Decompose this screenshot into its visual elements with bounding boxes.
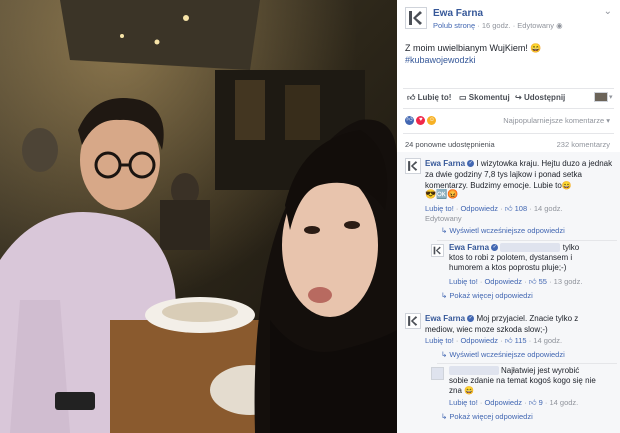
reply-author[interactable]: Ewa Farna: [449, 243, 489, 252]
reply-like-count[interactable]: 55: [539, 277, 547, 286]
comments-count[interactable]: 232 komentarzy: [557, 140, 610, 149]
share-icon: ↪: [515, 93, 524, 102]
comment-time[interactable]: 14 godz.: [534, 204, 563, 213]
comments-section: Ewa Farna ✓ I wizytowka kraju. Hejtu duz…: [397, 152, 620, 433]
divider: [437, 240, 617, 241]
reply-like-count[interactable]: 9: [539, 398, 543, 407]
page-logo-icon: [408, 316, 418, 326]
reply-body: Ewa Farna ✓ tylko ktos to robi z polotem…: [449, 243, 595, 273]
love-reaction-icon: ♥: [416, 116, 426, 125]
comment-body: Ewa Farna ✓ I wizytowka kraju. Hejtu duz…: [425, 158, 615, 191]
page-name[interactable]: Ewa Farna: [433, 8, 483, 19]
like-reaction-icon: 👍︎: [405, 116, 414, 125]
reply-reply-link[interactable]: Odpowiedz: [484, 398, 522, 407]
comment-icon: ▭: [459, 93, 469, 102]
divider: [437, 363, 617, 364]
comment-like-count[interactable]: 115: [515, 336, 527, 345]
page-logo-icon: [409, 11, 422, 25]
post-photo[interactable]: [0, 0, 397, 433]
view-previous-replies[interactable]: ↳ Wyświetl wcześniejsze odpowiedzi: [441, 350, 565, 359]
reply-reply-link[interactable]: Odpowiedz: [484, 277, 522, 286]
comment-like-count[interactable]: 108: [515, 204, 528, 213]
verified-badge-icon: ✓: [467, 315, 475, 323]
comment-body: Ewa Farna ✓ Moj przyjaciel. Znacie tylko…: [425, 313, 605, 335]
chevron-down-icon[interactable]: ⌄: [604, 6, 612, 17]
reply-like-link[interactable]: Lubię to!: [449, 398, 478, 407]
haha-reaction-icon: ☺: [427, 116, 437, 125]
divider: [403, 88, 614, 89]
comment-edited[interactable]: Edytowany: [425, 214, 462, 223]
thumbs-up-icon: 👍︎: [528, 398, 537, 407]
post-hashtag[interactable]: #kubawojewodzki: [405, 55, 476, 65]
comment-like-link[interactable]: Lubię to!: [425, 204, 454, 213]
thumbs-up-icon: 👍︎: [504, 204, 513, 213]
comment-sort-label: Najpopularniejsze komentarze: [503, 116, 605, 125]
follow-page-link[interactable]: Polub stronę: [433, 21, 475, 30]
show-more-replies-label: Pokaż więcej odpowiedzi: [449, 412, 533, 421]
show-more-replies[interactable]: ↳ Pokaż więcej odpowiedzi: [441, 291, 533, 300]
share-button[interactable]: ↪ Udostępnij: [515, 93, 565, 102]
comment-actions: Lubię to! · Odpowiedz · 👍︎ 108 · 14 godz…: [425, 204, 563, 213]
caret-down-icon: ▾: [606, 116, 610, 125]
share-button-label: Udostępnij: [523, 93, 566, 102]
reply-time[interactable]: 13 godz.: [554, 277, 583, 286]
comment-time[interactable]: 14 godz.: [533, 336, 562, 345]
comment-author[interactable]: Ewa Farna: [425, 314, 465, 323]
comment-reply-link[interactable]: Odpowiedz: [460, 204, 498, 213]
page-logo-icon: [408, 161, 418, 171]
reply-body: Najłatwiej jest wyrobić sobie zdanie na …: [449, 366, 599, 396]
globe-icon: ◉: [556, 21, 563, 30]
reply-time[interactable]: 14 godz.: [549, 398, 578, 407]
comment-button-label: Skomentuj: [468, 93, 510, 102]
reply-actions: Lubię to! · Odpowiedz · 👍︎ 9 · 14 godz.: [449, 398, 579, 407]
reactions-summary[interactable]: 👍︎ ♥ ☺: [405, 114, 437, 125]
comment-sort-dropdown[interactable]: Najpopularniejsze komentarze ▾: [503, 116, 610, 125]
post-time[interactable]: 16 godz.: [482, 21, 511, 30]
viewer-avatar[interactable]: [594, 92, 608, 102]
comment-emoji-line: 😎🆗😡: [425, 189, 459, 199]
comment-like-link[interactable]: Lubię to!: [425, 336, 454, 345]
verified-badge-icon: ✓: [467, 160, 475, 168]
comment-reply-link[interactable]: Odpowiedz: [460, 336, 498, 345]
reply-text: Najłatwiej jest wyrobić sobie zdanie na …: [449, 366, 596, 395]
thumbs-up-icon: 👍︎: [504, 336, 513, 345]
comment-author[interactable]: Ewa Farna: [425, 159, 465, 168]
divider: [403, 108, 614, 109]
selfie-image: [0, 0, 397, 433]
caret-down-icon[interactable]: ▾: [609, 93, 613, 101]
comment-actions: Lubię to! · Odpowiedz · 👍︎ 115 · 14 godz…: [425, 336, 563, 345]
reply-like-link[interactable]: Lubię to!: [449, 277, 478, 286]
comment-avatar[interactable]: [405, 313, 421, 329]
like-button[interactable]: 👍︎ Lubię to!: [407, 93, 451, 103]
show-more-replies[interactable]: ↳ Pokaż więcej odpowiedzi: [441, 412, 533, 421]
photo-viewer: Ewa Farna Polub stronę · 16 godz. · Edyt…: [0, 0, 620, 433]
post-edited[interactable]: Edytowany: [517, 21, 554, 30]
post-meta: Polub stronę · 16 godz. · Edytowany ◉: [433, 21, 563, 30]
view-previous-replies-label: Wyświetl wcześniejsze odpowiedzi: [449, 226, 565, 235]
reply-actions: Lubię to! · Odpowiedz · 👍︎ 55 · 13 godz.: [449, 277, 583, 286]
view-previous-replies[interactable]: ↳ Wyświetl wcześniejsze odpowiedzi: [441, 226, 565, 235]
post-panel: Ewa Farna Polub stronę · 16 godz. · Edyt…: [397, 0, 620, 433]
like-button-label: Lubię to!: [417, 93, 452, 102]
show-more-replies-label: Pokaż więcej odpowiedzi: [449, 291, 533, 300]
thumbs-up-icon: 👍︎: [407, 93, 418, 102]
post-text: Z moim uwielbianym WujKiem! 😄: [405, 43, 542, 53]
shares-count[interactable]: 24 ponowne udostępnienia: [405, 140, 495, 149]
page-logo[interactable]: [405, 7, 427, 29]
thumbs-up-icon: 👍︎: [528, 277, 537, 286]
verified-badge-icon: ✓: [491, 244, 499, 252]
comment-button[interactable]: ▭ Skomentuj: [459, 93, 510, 102]
reply-avatar[interactable]: [431, 244, 444, 257]
redacted-name: [500, 243, 561, 253]
reply-avatar[interactable]: [431, 367, 444, 380]
view-previous-replies-label: Wyświetl wcześniejsze odpowiedzi: [449, 350, 565, 359]
page-logo-icon: [433, 246, 441, 255]
comment-avatar[interactable]: [405, 158, 421, 174]
divider: [403, 133, 614, 134]
